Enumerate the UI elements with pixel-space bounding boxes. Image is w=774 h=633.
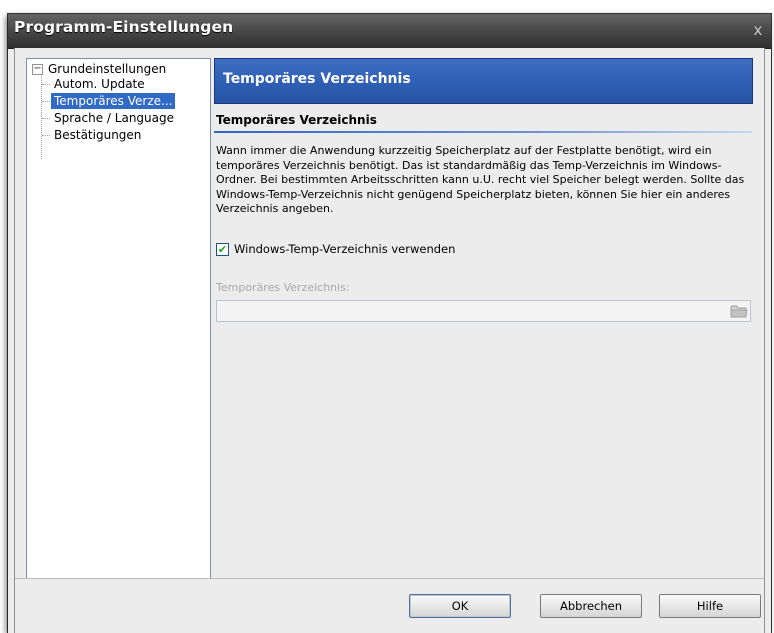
cancel-button[interactable]: Abbrechen: [540, 594, 642, 618]
page-header-bar: Temporäres Verzeichnis: [214, 58, 753, 104]
browse-folder-icon[interactable]: [730, 304, 748, 318]
temp-dir-input[interactable]: [216, 300, 751, 322]
description-text: Wann immer die Anwendung kurzzeitig Spei…: [216, 144, 745, 216]
help-button[interactable]: Hilfe: [659, 594, 761, 618]
ok-button[interactable]: OK: [409, 594, 511, 618]
tree-item-sprache[interactable]: Sprache / Language: [51, 110, 177, 126]
tree-item-autom-update[interactable]: Autom. Update: [51, 76, 148, 92]
temp-dir-label: Temporäres Verzeichnis:: [216, 281, 350, 294]
tree-connector: [42, 118, 50, 120]
tree-item-temp-verzeichnis[interactable]: Temporäres Verze...: [51, 93, 176, 109]
window-title: Programm-Einstellungen: [14, 18, 234, 36]
dialog-client-area: − Grundeinstellungen Autom. Update Tempo…: [14, 48, 765, 633]
settings-tree: − Grundeinstellungen Autom. Update Tempo…: [26, 58, 211, 594]
close-icon[interactable]: x: [749, 21, 767, 39]
collapse-icon[interactable]: −: [32, 64, 43, 75]
windows-temp-checkbox-label[interactable]: Windows-Temp-Verzeichnis verwenden: [234, 242, 455, 256]
settings-dialog: Programm-Einstellungen x − Grundeinstell…: [8, 14, 771, 633]
tree-item-bestaetigungen[interactable]: Bestätigungen: [51, 127, 144, 143]
settings-content: Temporäres Verzeichnis Temporäres Verzei…: [214, 58, 760, 592]
tree-connector: [42, 101, 50, 103]
windows-temp-checkbox[interactable]: ✔: [216, 243, 229, 256]
section-divider: [214, 131, 752, 133]
dialog-button-bar: OK Abbrechen Hilfe: [15, 578, 764, 633]
tree-item-grundeinstellungen[interactable]: Grundeinstellungen: [45, 61, 169, 77]
page-title: Temporäres Verzeichnis: [223, 71, 411, 87]
title-bar[interactable]: Programm-Einstellungen x: [8, 14, 771, 49]
tree-connector: [42, 135, 50, 137]
tree-connector: [42, 84, 50, 86]
section-title: Temporäres Verzeichnis: [216, 113, 377, 127]
